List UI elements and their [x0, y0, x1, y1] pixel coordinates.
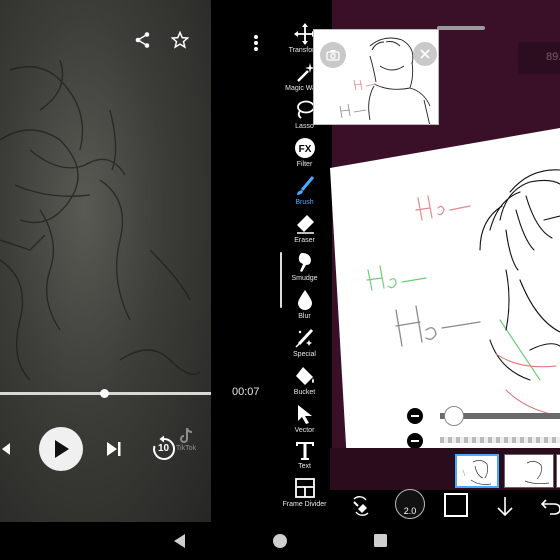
tool-blur[interactable]: Blur [277, 287, 332, 325]
tool-filter[interactable]: FX Filter [277, 135, 332, 173]
special-pen-icon [293, 326, 317, 350]
reference-window[interactable] [313, 29, 439, 125]
tool-text[interactable]: Text [277, 437, 332, 475]
bucket-icon [293, 364, 317, 388]
camera-icon[interactable] [320, 42, 346, 68]
brush-size-value: 2.0 [385, 410, 401, 422]
split-divider [211, 0, 277, 522]
tool-smudge[interactable]: Smudge [277, 249, 332, 287]
recents-icon[interactable] [371, 531, 391, 551]
swap-eraser-icon[interactable] [346, 492, 376, 520]
close-icon[interactable] [413, 42, 437, 66]
undo-icon[interactable] [536, 492, 560, 520]
screen: 10 TikTok 00:07 89.3% Transform [0, 0, 560, 560]
brush-opacity-slider[interactable] [440, 437, 560, 443]
share-icon[interactable] [131, 28, 155, 52]
brush-opacity-decrease-button[interactable] [407, 433, 423, 449]
drawing-canvas[interactable] [330, 120, 560, 480]
tool-bucket[interactable]: Bucket [277, 363, 332, 401]
tool-label: Filter [296, 161, 313, 168]
play-button[interactable] [39, 427, 83, 471]
layer-thumbnail[interactable] [504, 454, 554, 488]
drop-icon [293, 288, 317, 312]
svg-text:FX: FX [298, 144, 311, 155]
tiktok-logo-icon [180, 428, 193, 443]
tool-frame-divider[interactable]: Frame Divider [277, 475, 332, 513]
arrow-down-icon[interactable] [490, 492, 520, 520]
zoom-level: 89.3% [546, 51, 560, 63]
tiktok-watermark-text: TikTok [176, 445, 196, 452]
tool-label: Blur [298, 313, 311, 320]
layer-thumbnail-selected[interactable] [455, 454, 499, 488]
layer-strip [330, 448, 560, 490]
layer-thumbnail[interactable] [556, 454, 560, 488]
brush-size-button-label: 2.0 [403, 506, 417, 516]
brush-size-slider-thumb[interactable] [444, 406, 464, 426]
tool-label: Eraser [294, 237, 315, 244]
skip-next-icon[interactable] [101, 436, 127, 462]
brush-size-button[interactable]: 2.0 [395, 489, 425, 519]
tool-label: Brush [295, 199, 314, 206]
tool-brush[interactable]: Brush [277, 173, 332, 211]
panel-drag-handle[interactable] [437, 26, 485, 30]
replay-10-label: 10 [158, 443, 170, 454]
tool-label: Bucket [293, 389, 316, 396]
tool-label: Text [298, 463, 311, 470]
smudge-icon [293, 250, 317, 274]
tool-eraser[interactable]: Eraser [277, 211, 332, 249]
tool-label: Lasso [295, 123, 314, 130]
seek-thumb[interactable] [100, 389, 109, 398]
fx-icon: FX [293, 136, 317, 160]
elapsed-time: 00:07 [232, 386, 260, 398]
star-icon[interactable] [168, 28, 192, 52]
tool-vector[interactable]: Vector [277, 401, 332, 439]
previous-icon[interactable] [0, 436, 18, 462]
color-swatch[interactable] [444, 493, 468, 517]
text-icon [293, 438, 317, 462]
tool-label: Special [293, 351, 316, 358]
brush-opacity-value: 100 [382, 435, 401, 447]
cursor-icon [293, 402, 317, 426]
eraser-icon [293, 212, 317, 236]
frame-divider-icon [293, 476, 317, 500]
brush-icon [293, 174, 317, 198]
tool-label: Vector [294, 427, 315, 434]
video-top-actions [0, 28, 211, 58]
tool-label: Smudge [291, 275, 318, 282]
brush-size-decrease-button[interactable] [407, 408, 423, 424]
play-icon [55, 440, 69, 458]
replay-10-icon[interactable]: 10 [150, 435, 178, 463]
system-navigation-bar [0, 522, 560, 560]
tiktok-watermark: TikTok [176, 428, 216, 456]
tool-label: Frame Divider [282, 501, 327, 508]
more-vert-icon[interactable] [244, 31, 268, 55]
bottom-toolbar: 2.0 [330, 489, 560, 522]
tool-special[interactable]: Special [277, 325, 332, 363]
home-icon[interactable] [270, 531, 290, 551]
back-icon[interactable] [170, 531, 190, 551]
